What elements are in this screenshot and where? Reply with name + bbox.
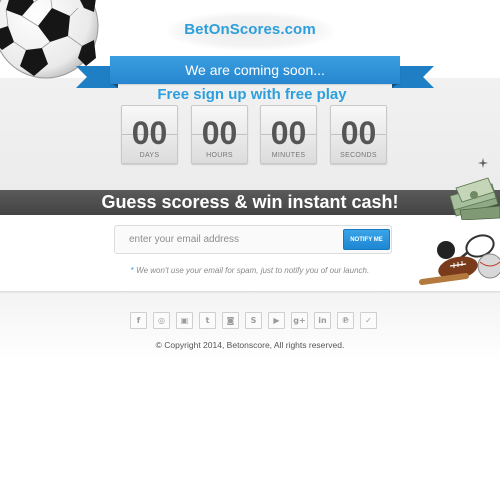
pinterest-icon[interactable]: ℗ (337, 312, 354, 329)
countdown-minutes-label: MINUTES (271, 152, 306, 159)
cash-stack-icon (449, 177, 500, 220)
spam-notice: * We won't use your email for spam, just… (100, 266, 400, 275)
countdown-days-value: 00 (131, 115, 168, 151)
countdown-hours: 00 HOURS (191, 105, 248, 164)
site-logo[interactable]: BetOnScores.com (180, 21, 320, 38)
sports-gear-icon (419, 234, 500, 285)
spam-notice-text: We won't use your email for spam, just t… (136, 266, 370, 275)
skype-icon[interactable]: S (245, 312, 262, 329)
countdown-minutes-value: 00 (270, 115, 307, 151)
instagram-icon[interactable]: ◙ (222, 312, 239, 329)
countdown-minutes: 00 MINUTES (260, 105, 317, 164)
headline-text: Guess scoress & win instant cash! (101, 192, 399, 212)
signup-tagline: Free sign up with free play (157, 86, 347, 103)
countdown-days: 00 DAYS (121, 105, 178, 164)
tumblr-icon[interactable]: t (199, 312, 216, 329)
twitter-icon[interactable]: ✓ (360, 312, 377, 329)
countdown-hours-value: 00 (201, 115, 238, 151)
facebook-icon[interactable]: f (130, 312, 147, 329)
sparkle-icon (478, 158, 488, 168)
note-asterisk: * (130, 266, 134, 275)
email-input[interactable] (116, 227, 342, 252)
countdown-seconds-value: 00 (340, 115, 377, 151)
youtube-icon[interactable]: ▶ (268, 312, 285, 329)
google-plus-icon[interactable]: g+ (291, 312, 308, 329)
dribbble-icon[interactable]: ◎ (153, 312, 170, 329)
countdown-days-label: DAYS (139, 152, 160, 159)
countdown-seconds: 00 SECONDS (330, 105, 387, 164)
countdown-seconds-label: SECONDS (340, 152, 377, 159)
coming-soon-ribbon: We are coming soon... (110, 56, 400, 84)
copyright-text: © Copyright 2014, Betonscore, All rights… (155, 340, 345, 350)
linkedin-icon[interactable]: in (314, 312, 331, 329)
countdown-hours-label: HOURS (206, 152, 233, 159)
notify-me-button[interactable]: NOTIFY ME (343, 229, 390, 250)
flickr-icon[interactable]: ▣ (176, 312, 193, 329)
social-links: f ◎ ▣ t ◙ S ▶ g+ in ℗ ✓ (130, 312, 380, 330)
